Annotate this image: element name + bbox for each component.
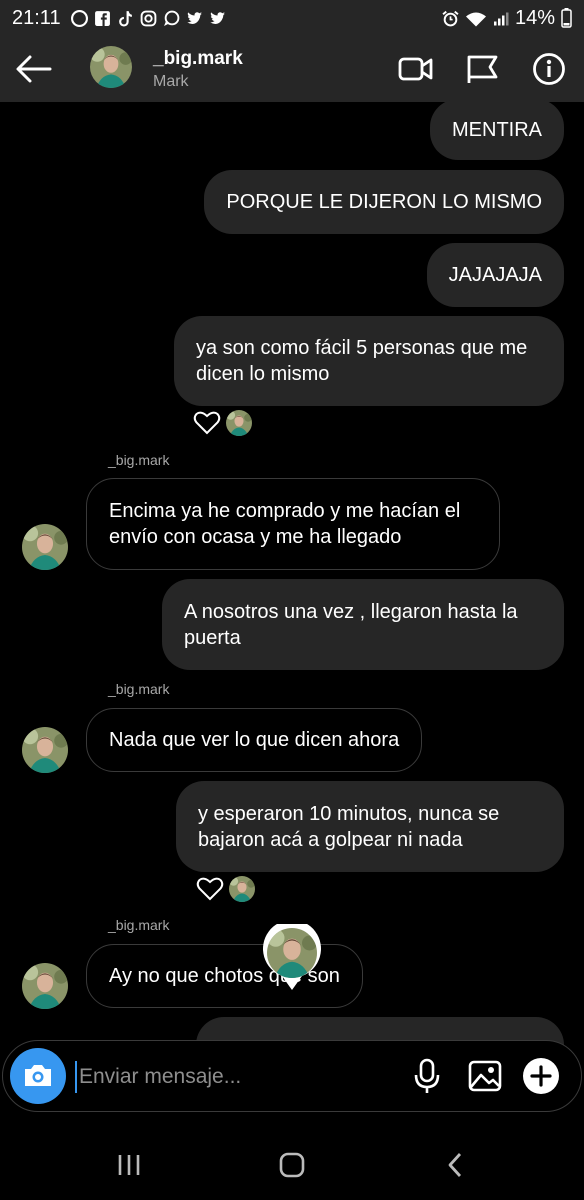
twitter-icon — [209, 11, 225, 24]
wifi-icon — [465, 12, 486, 26]
status-bar: 21:11 14% — [0, 0, 584, 36]
instagram-icon — [140, 10, 156, 26]
message-text: ya son como fácil 5 personas que me dice… — [196, 337, 528, 385]
home-icon[interactable] — [277, 1150, 307, 1180]
tiktok-icon — [118, 10, 132, 26]
sender-avatar[interactable] — [22, 524, 68, 570]
recent-apps-icon[interactable] — [114, 1150, 144, 1180]
heart-icon[interactable] — [196, 876, 224, 902]
message-input[interactable] — [79, 1058, 399, 1096]
gallery-icon[interactable] — [465, 1056, 505, 1096]
video-call-icon[interactable] — [398, 52, 434, 86]
status-time: 21:11 — [12, 6, 61, 29]
nav-back-icon[interactable] — [440, 1150, 470, 1180]
sender-name: _big.mark — [108, 917, 170, 933]
message-text: Encima ya he comprado y me hacían el env… — [109, 500, 461, 548]
camera-icon — [25, 1065, 51, 1086]
alarm-icon — [442, 10, 459, 26]
sender-avatar[interactable] — [22, 727, 68, 773]
camera-button[interactable] — [10, 1048, 66, 1104]
message-reaction[interactable] — [193, 410, 252, 436]
app-notification-icon — [70, 9, 88, 27]
seen-avatar-popup — [263, 924, 321, 990]
back-arrow-icon[interactable] — [14, 52, 54, 86]
notification-icons — [70, 9, 226, 27]
reactor-avatar — [226, 410, 252, 436]
sender-name: _big.mark — [108, 681, 170, 697]
message-bubble[interactable]: A nosotros una vez , llegaron hasta la p… — [162, 579, 564, 670]
battery-icon — [561, 8, 572, 28]
message-reaction[interactable] — [196, 876, 255, 902]
message-text: PORQUE LE DIJERON LO MISMO — [226, 191, 542, 213]
message-composer — [2, 1040, 582, 1112]
system-indicators: 14% — [442, 7, 572, 30]
sender-name: _big.mark — [108, 452, 170, 468]
battery-percent: 14% — [514, 6, 555, 29]
flag-icon[interactable] — [465, 52, 501, 86]
signal-icon — [493, 12, 509, 25]
facebook-icon — [94, 10, 110, 26]
twitter-icon — [186, 11, 202, 24]
message-bubble[interactable]: Encima ya he comprado y me hacían el env… — [86, 478, 500, 570]
message-bubble[interactable]: PORQUE LE DIJERON LO MISMO — [204, 170, 564, 234]
message-bubble[interactable]: ya son como fácil 5 personas que me dice… — [174, 316, 564, 406]
reactor-avatar — [229, 876, 255, 902]
message-text: JAJAJAJA — [448, 264, 542, 286]
message-text: Nada que ver lo que dicen ahora — [109, 729, 400, 751]
contact-username[interactable]: _big.mark — [153, 48, 243, 70]
contact-avatar[interactable] — [90, 46, 132, 88]
heart-icon[interactable] — [193, 410, 221, 436]
chat-header: _big.mark Mark — [0, 36, 584, 102]
add-sticker-icon[interactable] — [521, 1056, 561, 1096]
message-bubble[interactable]: y esperaron 10 minutos, nunca se bajaron… — [176, 781, 564, 872]
sender-avatar[interactable] — [22, 963, 68, 1009]
message-text: y esperaron 10 minutos, nunca se bajaron… — [198, 802, 500, 851]
message-bubble[interactable]: Nada que ver lo que dicen ahora — [86, 708, 423, 772]
microphone-icon[interactable] — [407, 1056, 447, 1096]
message-bubble[interactable]: MENTIRA — [430, 99, 564, 160]
message-text: MENTIRA — [452, 118, 542, 141]
whatsapp-icon — [163, 10, 179, 26]
system-navigation-bar — [0, 1128, 584, 1200]
info-icon[interactable] — [531, 52, 567, 86]
contact-full-name: Mark — [153, 73, 189, 90]
text-cursor — [75, 1061, 77, 1093]
message-bubble[interactable]: JAJAJAJA — [426, 243, 564, 307]
message-text: A nosotros una vez , llegaron hasta la p… — [184, 600, 518, 649]
